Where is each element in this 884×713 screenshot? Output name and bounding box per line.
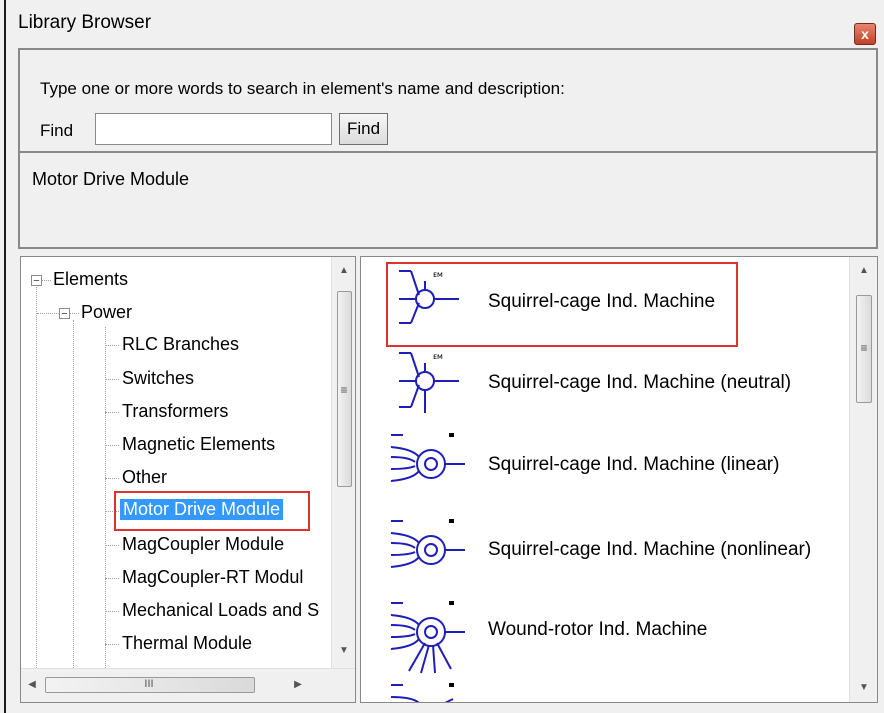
search-panel: Type one or more words to search in elem… bbox=[18, 48, 878, 151]
scroll-down-arrow-icon[interactable]: ▼ bbox=[850, 682, 877, 693]
element-list-vertical-scrollbar[interactable]: ▲ ≡ ▼ bbox=[849, 257, 877, 702]
search-instruction: Type one or more words to search in elem… bbox=[40, 79, 565, 98]
tree-node-mechanical-loads[interactable]: Mechanical Loads and S bbox=[122, 600, 319, 621]
highlight-box bbox=[114, 491, 310, 531]
scroll-up-arrow-icon[interactable]: ▲ bbox=[850, 265, 877, 276]
scroll-up-arrow-icon[interactable]: ▲ bbox=[332, 265, 355, 276]
collapse-power-icon[interactable]: − bbox=[59, 308, 70, 320]
tree-connector bbox=[105, 611, 119, 612]
squirrel-cage-machine-icon: ᴇᴍ bbox=[399, 270, 459, 324]
svg-text:ᴇᴍ: ᴇᴍ bbox=[433, 270, 443, 279]
element-label: Squirrel-cage Ind. Machine (linear) bbox=[488, 454, 780, 475]
scroll-grip-icon: ≡ bbox=[340, 383, 348, 397]
tree-connector bbox=[105, 644, 119, 645]
description-text: Motor Drive Module bbox=[32, 169, 190, 189]
window-title: Library Browser bbox=[18, 12, 152, 33]
tree-connector bbox=[73, 320, 74, 702]
library-browser-window: Library Browser x Type one or more words… bbox=[0, 0, 884, 713]
tree-node-rlc-branches[interactable]: RLC Branches bbox=[122, 334, 239, 355]
squirrel-cage-nonlinear-icon bbox=[390, 519, 465, 568]
tree-node-thermal-module[interactable]: Thermal Module bbox=[122, 633, 252, 654]
tree-node-transformers[interactable]: Transformers bbox=[122, 401, 228, 422]
squirrel-cage-neutral-icon: ᴇᴍ bbox=[399, 352, 459, 413]
tree-node-magcoupler-module[interactable]: MagCoupler Module bbox=[122, 534, 284, 555]
tree-connector bbox=[105, 345, 119, 346]
tree-node-elements[interactable]: Elements bbox=[53, 269, 128, 290]
element-list: ᴇᴍ Squirrel-cage Ind. Machine ᴇᴍ Squirre… bbox=[360, 256, 878, 703]
scroll-down-arrow-icon[interactable]: ▼ bbox=[332, 645, 355, 656]
tree-connector bbox=[105, 478, 119, 479]
tree-connector bbox=[42, 280, 51, 281]
tree-connector bbox=[105, 327, 106, 702]
find-button[interactable]: Find bbox=[339, 113, 388, 145]
close-icon: x bbox=[861, 26, 869, 42]
tree-node-other[interactable]: Other bbox=[122, 467, 167, 488]
scroll-left-arrow-icon[interactable]: ◀ bbox=[25, 679, 39, 690]
element-tree: − Elements − Power RLC Branches Switches… bbox=[20, 256, 356, 703]
partial-machine-icon bbox=[390, 683, 454, 702]
squirrel-cage-linear-icon bbox=[390, 433, 465, 482]
tree-vertical-scrollbar[interactable]: ▲ ≡ ▼ bbox=[331, 257, 355, 668]
element-label: Squirrel-cage Ind. Machine (nonlinear) bbox=[488, 539, 812, 560]
tree-node-magcoupler-rt-module[interactable]: MagCoupler-RT Modul bbox=[122, 567, 303, 588]
tree-connector bbox=[105, 545, 119, 546]
find-input[interactable] bbox=[95, 113, 332, 145]
element-label: Squirrel-cage Ind. Machine (neutral) bbox=[488, 372, 792, 393]
tree-node-magnetic-elements[interactable]: Magnetic Elements bbox=[122, 434, 275, 455]
tree-connector bbox=[105, 578, 119, 579]
tree-connector bbox=[36, 287, 37, 702]
wound-rotor-machine-icon bbox=[390, 601, 465, 674]
tree-connector bbox=[105, 412, 119, 413]
description-panel: Motor Drive Module bbox=[18, 151, 878, 249]
scroll-right-arrow-icon[interactable]: ▶ bbox=[291, 679, 305, 690]
tree-connector bbox=[105, 445, 119, 446]
tree-connector bbox=[105, 379, 119, 380]
tree-node-switches[interactable]: Switches bbox=[122, 368, 194, 389]
find-label: Find bbox=[40, 121, 74, 140]
window-left-edge bbox=[4, 0, 6, 713]
element-label: Wound-rotor Ind. Machine bbox=[488, 619, 708, 640]
element-label: Squirrel-cage Ind. Machine bbox=[488, 291, 716, 312]
svg-text:ᴇᴍ: ᴇᴍ bbox=[433, 352, 443, 361]
scroll-grip-icon: ≡ bbox=[860, 341, 868, 355]
tree-horizontal-scrollbar[interactable]: ◀ III ▶ bbox=[21, 668, 355, 702]
tree-connector bbox=[70, 313, 79, 314]
collapse-elements-icon[interactable]: − bbox=[31, 275, 42, 287]
horizontal-grip-icon: III bbox=[144, 678, 154, 690]
tree-node-power[interactable]: Power bbox=[81, 302, 132, 323]
tree-connector bbox=[37, 313, 59, 314]
title-bar: Library Browser x bbox=[8, 0, 884, 48]
close-button[interactable]: x bbox=[854, 23, 876, 45]
